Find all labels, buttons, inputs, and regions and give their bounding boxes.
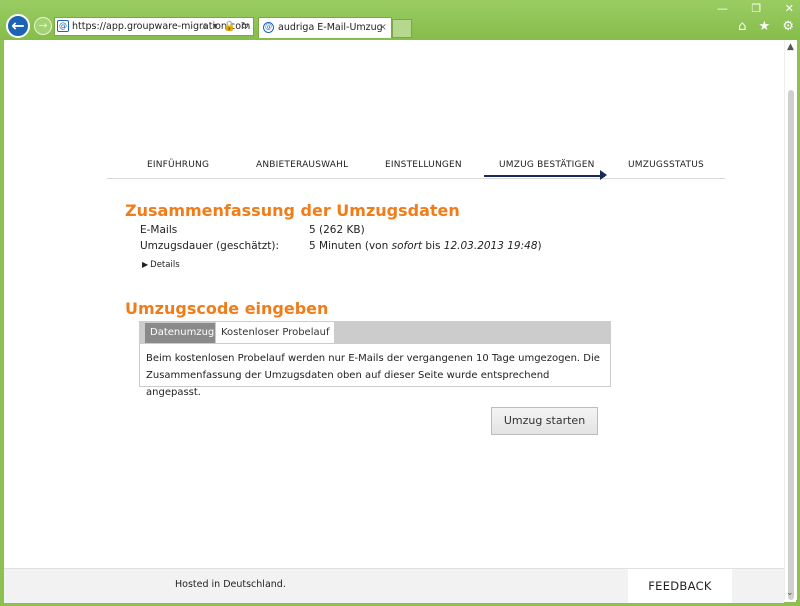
back-button[interactable]: ← <box>6 14 30 38</box>
browser-toolbar: ← → @ https://app.groupware-migration.co… <box>0 0 800 40</box>
browser-chrome: ← → @ https://app.groupware-migration.co… <box>0 0 800 40</box>
duration-suffix: ) <box>537 240 542 252</box>
favorites-star-icon[interactable]: ★ <box>759 19 771 34</box>
duration-from: sofort <box>391 240 423 252</box>
arrow-left-icon: ← <box>11 16 25 35</box>
step-einfuehrung[interactable]: EINFÜHRUNG <box>147 160 209 170</box>
code-title: Umzugscode eingeben <box>125 299 329 318</box>
details-label: Details <box>150 260 180 270</box>
site-favicon-icon: @ <box>57 20 69 32</box>
summary-row-emails: E-Mails 5 (262 KB) <box>0 224 800 238</box>
address-tools-icons[interactable]: ⌕ ▾ 🔒 ↻ <box>202 18 250 35</box>
home-icon[interactable]: ⌂ <box>738 19 746 34</box>
step-einstellungen[interactable]: EINSTELLUNGEN <box>385 160 462 170</box>
emails-value: 5 (262 KB) <box>309 224 365 236</box>
step-anbieterauswahl[interactable]: ANBIETERAUSWAHL <box>256 160 348 170</box>
step-umzugsstatus[interactable]: UMZUGSSTATUS <box>628 160 704 170</box>
hosted-note: Hosted in Deutschland. <box>175 579 286 590</box>
page-footer: Hosted in Deutschland. FEEDBACK <box>4 568 784 603</box>
window-controls: — ❐ ✕ <box>697 2 794 15</box>
maximize-icon[interactable]: ❐ <box>751 2 761 15</box>
tab-content-text: Beim kostenlosen Probelauf werden nur E-… <box>146 353 600 398</box>
close-window-icon[interactable]: ✕ <box>785 2 794 15</box>
details-toggle[interactable]: ▶ Details <box>142 260 180 270</box>
duration-label: Umzugsdauer (geschätzt): <box>140 240 280 252</box>
step-navigation: EINFÜHRUNG ANBIETERAUSWAHL EINSTELLUNGEN… <box>107 158 725 180</box>
arrow-right-icon: → <box>38 19 48 32</box>
tab-content: Beim kostenlosen Probelauf werden nur E-… <box>139 343 611 398</box>
settings-gear-icon[interactable]: ⚙ <box>782 19 794 34</box>
duration-value: 5 Minuten (von sofort bis 12.03.2013 19:… <box>309 240 542 252</box>
duration-prefix: 5 Minuten (von <box>309 240 392 252</box>
tab-close-icon[interactable]: × <box>379 18 387 38</box>
code-tabbar: Datenumzug Kostenloser Probelauf <box>139 321 611 343</box>
duration-to: 12.03.2013 19:48 <box>443 240 538 252</box>
duration-mid: bis <box>422 240 444 252</box>
new-tab-button[interactable] <box>392 19 412 38</box>
scrollbar-thumb[interactable] <box>788 90 794 600</box>
tab-title: audriga E-Mail-Umzug <box>278 22 383 33</box>
vertical-scrollbar[interactable]: ▲ ⌄ <box>784 40 797 600</box>
tab-kostenloser-probelauf[interactable]: Kostenloser Probelauf <box>215 321 336 343</box>
start-migration-button[interactable]: Umzug starten <box>491 407 598 435</box>
tab-datenumzug[interactable]: Datenumzug <box>145 323 220 343</box>
browser-right-icons: ⌂ ★ ⚙ <box>730 19 794 34</box>
scroll-up-icon[interactable]: ▲ <box>787 42 794 52</box>
emails-label: E-Mails <box>140 224 178 236</box>
scroll-down-icon[interactable]: ⌄ <box>786 588 794 598</box>
active-step-indicator <box>484 175 605 177</box>
step-umzug-bestaetigen[interactable]: UMZUG BESTÄTIGEN <box>499 160 595 170</box>
triangle-right-icon: ▶ <box>142 260 149 269</box>
page-content <box>4 40 788 568</box>
minimize-icon[interactable]: — <box>717 2 728 15</box>
feedback-button[interactable]: FEEDBACK <box>628 569 732 603</box>
summary-title: Zusammenfassung der Umzugsdaten <box>125 201 460 220</box>
active-step-arrow-icon <box>600 170 607 180</box>
tab-favicon-icon: @ <box>263 22 274 33</box>
forward-button[interactable]: → <box>34 17 52 35</box>
summary-row-duration: Umzugsdauer (geschätzt): 5 Minuten (von … <box>0 240 800 254</box>
browser-tab[interactable]: @ audriga E-Mail-Umzug × <box>258 17 392 38</box>
address-bar[interactable]: @ https://app.groupware-migration.com ⌕ … <box>54 17 254 36</box>
